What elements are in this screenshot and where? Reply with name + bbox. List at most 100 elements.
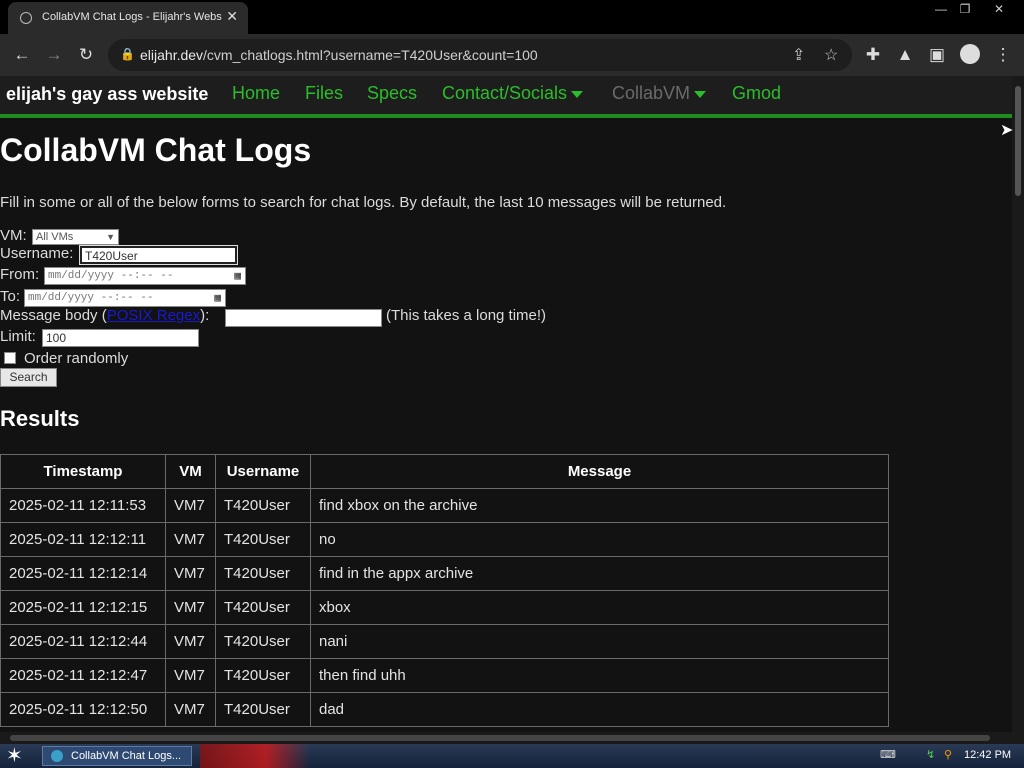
taskbar-task-chrome[interactable]: CollabVM Chat Logs...: [42, 746, 192, 766]
scrollbar-thumb[interactable]: [10, 735, 990, 741]
cell-message: find xbox on the archive: [310, 488, 889, 523]
browser-tab[interactable]: CollabVM Chat Logs - Elijahr's Website ✕: [8, 2, 248, 34]
lock-icon: 🔒: [120, 47, 135, 61]
chevron-down-icon: [571, 90, 584, 98]
profile-avatar[interactable]: [960, 44, 980, 64]
cell-timestamp: 2025-02-11 12:12:44: [0, 624, 166, 659]
menu-kebab-icon[interactable]: ⋮: [992, 44, 1014, 66]
message-body-field[interactable]: [225, 309, 382, 327]
bookmark-star-icon[interactable]: ☆: [824, 45, 838, 65]
globe-icon: [20, 12, 32, 24]
scrollbar-thumb[interactable]: [1015, 86, 1021, 196]
cell-timestamp: 2025-02-11 12:12:11: [0, 522, 166, 557]
vertical-scrollbar[interactable]: [1012, 76, 1024, 732]
table-row: 2025-02-11 12:12:47 VM7 T420User then find …: [0, 658, 889, 693]
nav-files[interactable]: Files: [305, 83, 343, 104]
browser-toolbar: ← → ↻ 🔒 elijahr.dev/cvm_chatlogs.html?us…: [0, 34, 1024, 76]
cell-timestamp: 2025-02-11 12:12:50: [0, 692, 166, 727]
table-row: 2025-02-11 12:12:44 VM7 T420User nani: [0, 624, 889, 659]
username-field[interactable]: T420User: [79, 245, 238, 265]
cell-username: T420User: [215, 590, 311, 625]
table-row: 2025-02-11 12:12:14 VM7 T420User find in th…: [0, 556, 889, 591]
chevron-down-icon: [694, 90, 707, 98]
labs-flask-icon[interactable]: ▲: [894, 44, 916, 66]
tab-close-icon[interactable]: ✕: [226, 8, 238, 25]
side-panel-icon[interactable]: ▣: [926, 44, 948, 66]
network-icon[interactable]: ↯: [926, 748, 935, 761]
from-date-input[interactable]: mm/dd/yyyy --:-- -- ▦: [44, 267, 246, 285]
restore-button[interactable]: ❐: [950, 0, 980, 18]
vm-label: VM:: [0, 227, 27, 244]
intro-text: Fill in some or all of the below forms t…: [0, 194, 727, 211]
calendar-icon[interactable]: ▦: [214, 291, 221, 306]
table-row: 2025-02-11 12:12:15 VM7 T420User xbox: [0, 590, 889, 625]
column-header: Message: [310, 454, 889, 489]
cell-timestamp: 2025-02-11 12:12:15: [0, 590, 166, 625]
results-heading: Results: [0, 406, 80, 431]
cell-username: T420User: [215, 658, 311, 693]
mouse-cursor-icon: ➤: [1000, 122, 1014, 139]
cell-username: T420User: [215, 692, 311, 727]
table-row: 2025-02-11 12:12:50 VM7 T420User dad: [0, 692, 889, 727]
share-icon[interactable]: ⇪: [792, 45, 805, 65]
table-row: 2025-02-11 12:11:53 VM7 T420User find xbox …: [0, 488, 889, 523]
cell-message: then find uhh: [310, 658, 889, 693]
column-header: Timestamp: [0, 454, 166, 489]
vm-select[interactable]: All VMs ▼: [32, 229, 119, 245]
cell-username: T420User: [215, 624, 311, 659]
nav-contact-socials[interactable]: Contact/Socials: [442, 83, 584, 104]
extensions-icon[interactable]: ✚: [862, 44, 884, 66]
site-nav: elijah's gay ass website Home Files Spec…: [0, 76, 1012, 118]
cell-message: nani: [310, 624, 889, 659]
to-label: To:: [0, 288, 21, 305]
order-randomly-checkbox[interactable]: [4, 352, 16, 364]
body-note: (This takes a long time!): [386, 307, 547, 324]
start-star-icon[interactable]: ✶: [6, 745, 23, 767]
cell-vm: VM7: [165, 522, 216, 557]
cell-timestamp: 2025-02-11 12:11:53: [0, 488, 166, 523]
username-label: Username:: [0, 245, 74, 262]
search-button[interactable]: Search: [0, 368, 57, 387]
page-viewport: elijah's gay ass website Home Files Spec…: [0, 76, 1012, 732]
order-randomly-label: Order randomly: [24, 350, 129, 367]
cell-message: find in the appx archive: [310, 556, 889, 591]
cell-username: T420User: [215, 488, 311, 523]
nav-specs[interactable]: Specs: [367, 83, 417, 104]
calendar-icon[interactable]: ▦: [234, 269, 241, 284]
forward-icon[interactable]: →: [43, 44, 65, 66]
back-icon[interactable]: ←: [11, 44, 33, 66]
chrome-icon: [51, 750, 63, 762]
window-close-button[interactable]: ✕: [984, 0, 1014, 18]
search-icon[interactable]: ⚲: [944, 748, 952, 761]
reload-icon[interactable]: ↻: [75, 44, 97, 66]
column-header: Username: [215, 454, 311, 489]
to-date-input[interactable]: mm/dd/yyyy --:-- -- ▦: [24, 289, 226, 307]
column-header: VM: [165, 454, 216, 489]
url-text[interactable]: elijahr.dev/cvm_chatlogs.html?username=T…: [140, 47, 538, 63]
keyboard-icon[interactable]: ⌨: [880, 748, 896, 761]
cell-username: T420User: [215, 556, 311, 591]
nav-gmod[interactable]: Gmod: [732, 83, 781, 104]
address-bar[interactable]: 🔒 elijahr.dev/cvm_chatlogs.html?username…: [108, 39, 852, 71]
taskbar-flare: [200, 744, 310, 768]
taskbar: ✶ CollabVM Chat Logs... ⌨ ↯ ⚲ 12:42 PM: [0, 744, 1024, 768]
cell-timestamp: 2025-02-11 12:12:14: [0, 556, 166, 591]
page-title: CollabVM Chat Logs: [0, 132, 312, 168]
cell-vm: VM7: [165, 692, 216, 727]
nav-home[interactable]: Home: [232, 83, 280, 104]
cell-message: no: [310, 522, 889, 557]
cell-vm: VM7: [165, 488, 216, 523]
site-brand[interactable]: elijah's gay ass website: [6, 84, 208, 105]
nav-collabvm[interactable]: CollabVM: [612, 83, 707, 104]
posix-regex-link[interactable]: POSIX Regex: [107, 307, 200, 324]
limit-field[interactable]: 100: [42, 329, 199, 347]
table-header-row: Timestamp VM Username Message: [0, 454, 889, 489]
horizontal-scrollbar[interactable]: [0, 732, 1024, 744]
results-table: Timestamp VM Username Message 2025-02-11…: [0, 454, 889, 727]
limit-label: Limit:: [0, 328, 36, 345]
clock: 12:42 PM: [964, 749, 1012, 761]
cell-vm: VM7: [165, 624, 216, 659]
cell-username: T420User: [215, 522, 311, 557]
table-row: 2025-02-11 12:12:11 VM7 T420User no: [0, 522, 889, 557]
tab-title: CollabVM Chat Logs - Elijahr's Website: [42, 11, 222, 23]
